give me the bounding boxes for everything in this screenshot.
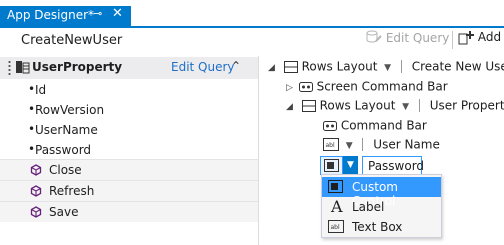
property-label: UserName bbox=[35, 123, 98, 137]
node-separator bbox=[418, 99, 420, 112]
svg-text:abl: abl bbox=[326, 142, 335, 149]
entity-title: UserProperty bbox=[32, 60, 123, 74]
method-icon bbox=[30, 206, 42, 221]
layout-type-label: Rows Layout bbox=[301, 59, 378, 74]
svg-text:abl: abl bbox=[331, 224, 340, 231]
textbox-icon: abl bbox=[328, 220, 344, 236]
edit-query-label: Edit Query bbox=[385, 31, 450, 45]
label-icon: A bbox=[331, 197, 343, 216]
chevron-down-icon[interactable]: ▼ bbox=[343, 156, 358, 175]
tree-node-user-name[interactable]: abl ▼ User Name bbox=[323, 137, 440, 157]
property-item[interactable]: • Password bbox=[0, 140, 258, 160]
edit-query-icon bbox=[366, 30, 382, 47]
property-label: RowVersion bbox=[35, 103, 105, 117]
menu-item-label-text: Text Box bbox=[352, 220, 403, 234]
property-item[interactable]: • RowVersion bbox=[0, 100, 258, 120]
property-item[interactable]: • Id bbox=[0, 80, 258, 100]
tab-title: App Designer* bbox=[7, 8, 95, 22]
property-item[interactable]: • UserName bbox=[0, 120, 258, 140]
command-bar-icon bbox=[323, 118, 341, 132]
add-icon bbox=[458, 30, 478, 44]
password-node-label-box[interactable]: Password bbox=[362, 156, 425, 175]
edit-query-button[interactable]: Edit Query bbox=[366, 30, 449, 50]
menu-item-label-text: Label bbox=[352, 200, 385, 214]
collapse-icon[interactable]: ⌃ bbox=[231, 59, 241, 73]
rows-layout-icon bbox=[301, 98, 320, 112]
control-type-selector[interactable] bbox=[320, 156, 343, 175]
pin-icon[interactable]: ⊸ bbox=[93, 7, 102, 20]
node-separator bbox=[362, 138, 364, 151]
add-label: Add bbox=[477, 30, 502, 44]
method-label: Save bbox=[49, 205, 79, 219]
node-label: Password bbox=[368, 159, 425, 173]
method-icon bbox=[30, 185, 42, 200]
node-label: Create New User bbox=[411, 59, 504, 74]
method-label: Close bbox=[49, 163, 82, 177]
expanded-arrow-icon[interactable]: ◢ bbox=[268, 63, 275, 73]
menu-item-text-box[interactable]: abl Text Box bbox=[322, 217, 441, 237]
screen-name: CreateNewUser bbox=[21, 33, 123, 48]
entity-icon bbox=[16, 60, 30, 77]
tree-node-screen-command-bar[interactable]: ▷ Screen Command Bar bbox=[286, 79, 448, 99]
custom-control-icon bbox=[328, 180, 344, 197]
tree-node-root[interactable]: ◢ Rows Layout ▼ Create New User bbox=[268, 59, 504, 79]
tab-underline bbox=[0, 26, 504, 28]
property-label: Password bbox=[35, 143, 92, 157]
node-label: Screen Command Bar bbox=[316, 79, 448, 94]
method-label: Refresh bbox=[49, 184, 95, 198]
menu-item-custom-control[interactable]: Custom Control bbox=[322, 177, 441, 208]
expanded-arrow-icon[interactable]: ◢ bbox=[286, 102, 293, 112]
close-icon[interactable]: ✕ bbox=[112, 6, 123, 21]
edit-query-link[interactable]: Edit Query bbox=[171, 60, 235, 74]
method-item-save[interactable]: Save bbox=[0, 201, 258, 222]
layout-type-label: Rows Layout bbox=[319, 98, 396, 113]
tree-node-child-layout[interactable]: ◢ Rows Layout ▼ User Property bbox=[286, 98, 504, 118]
drag-grip-icon[interactable] bbox=[8, 60, 11, 75]
property-label: Id bbox=[35, 83, 47, 97]
node-label: Command Bar bbox=[340, 118, 427, 133]
node-label: User Name bbox=[373, 137, 440, 152]
collapsed-arrow-icon[interactable]: ▷ bbox=[286, 83, 293, 93]
toolbar-separator bbox=[452, 31, 453, 49]
chevron-down-icon[interactable]: ▼ bbox=[343, 141, 353, 151]
add-button[interactable]: Add bbox=[458, 30, 501, 50]
method-item-close[interactable]: Close bbox=[0, 159, 258, 180]
menu-item-label[interactable]: A Label bbox=[322, 197, 441, 217]
method-icon bbox=[30, 164, 42, 179]
control-type-menu: Custom Control A Label abl Text Box bbox=[321, 174, 442, 238]
node-separator bbox=[400, 60, 402, 73]
tab-app-designer[interactable]: App Designer* ⊸ ✕ bbox=[0, 6, 131, 26]
tree-node-command-bar[interactable]: Command Bar bbox=[323, 118, 427, 138]
command-bar-icon bbox=[298, 79, 317, 93]
node-label: User Property bbox=[429, 98, 504, 113]
rows-layout-icon bbox=[283, 59, 302, 73]
chevron-down-icon[interactable]: ▼ bbox=[381, 63, 391, 73]
textbox-icon: abl bbox=[323, 137, 343, 151]
chevron-down-icon[interactable]: ▼ bbox=[399, 102, 409, 112]
method-item-refresh[interactable]: Refresh bbox=[0, 180, 258, 201]
